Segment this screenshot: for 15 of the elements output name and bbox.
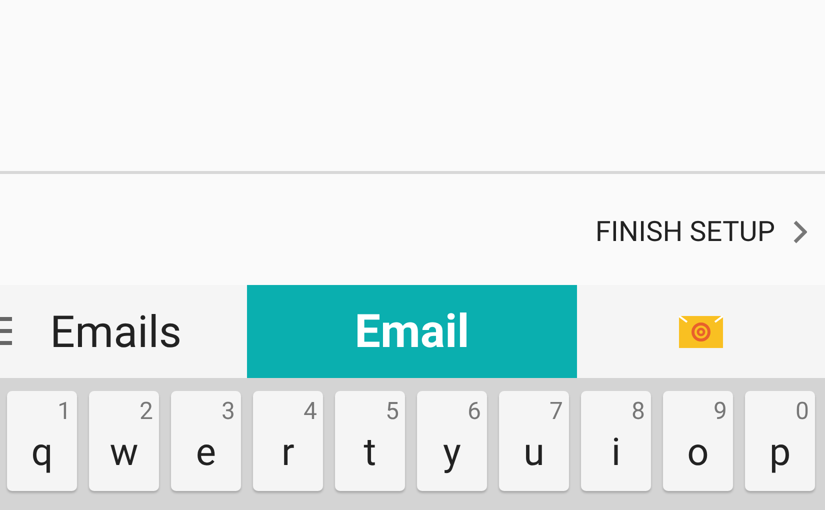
chevron-icon [793,220,807,244]
keyboard-key[interactable]: 2 w [89,391,159,491]
suggestion-item[interactable]: Emails [0,285,247,378]
keyboard-key[interactable]: 7 u [499,391,569,491]
keyboard-key[interactable]: 9 o [663,391,733,491]
menu-icon[interactable] [0,317,12,345]
keyboard-key[interactable]: 8 i [581,391,651,491]
keyboard-key[interactable]: 6 y [417,391,487,491]
email-envelope-icon [679,316,723,348]
finish-setup-button[interactable]: FINISH SETUP [595,211,807,248]
keyboard-key[interactable]: 5 t [335,391,405,491]
keyboard-key[interactable]: 1 q [7,391,77,491]
keyboard-key[interactable]: 4 r [253,391,323,491]
keyboard-key[interactable]: 3 e [171,391,241,491]
keyboard-key[interactable]: 0 p [745,391,815,491]
